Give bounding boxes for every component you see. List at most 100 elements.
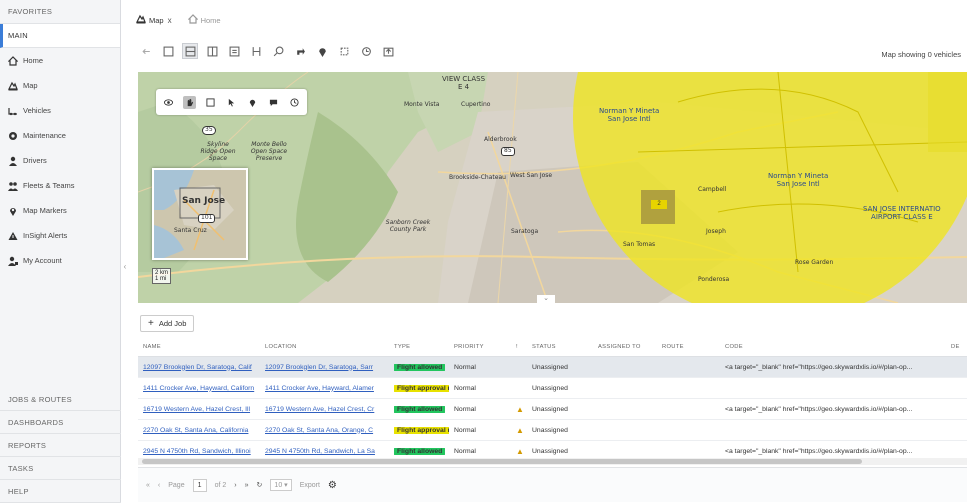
sidebar-item-vehicles[interactable]: Vehicles: [0, 98, 120, 123]
cell-location[interactable]: 12097 Brookglen Dr, Saratoga, Sarr: [260, 364, 389, 371]
column-header-alert[interactable]: !: [511, 344, 527, 350]
cursor-icon[interactable]: [225, 96, 238, 109]
sidebar-section-tasks[interactable]: TASKS: [0, 457, 121, 480]
search-location-icon[interactable]: [270, 43, 286, 59]
clock-icon[interactable]: [288, 96, 301, 109]
cell-location[interactable]: 2945 N 4750th Rd, Sandwich, La Sa: [260, 448, 389, 455]
table-row[interactable]: 12097 Brookglen Dr, Saratoga, Calif 12097…: [138, 357, 967, 378]
comment-icon[interactable]: [267, 96, 280, 109]
sidebar-item-insight-alerts[interactable]: InSight Alerts: [0, 223, 120, 248]
map-label-airport-2: Norman Y Mineta San Jose Intl: [768, 172, 829, 189]
sidebar-section-dashboards[interactable]: DASHBOARDS: [0, 411, 121, 434]
collapse-sidebar-icon[interactable]: ‹: [121, 262, 129, 278]
overview-inset-map[interactable]: San Jose Santa Cruz 101: [152, 168, 248, 260]
sidebar-item-map-markers[interactable]: Map Markers: [0, 198, 120, 223]
directions-icon[interactable]: [292, 43, 308, 59]
square-icon[interactable]: [160, 43, 176, 59]
scrollbar-thumb[interactable]: [142, 459, 862, 464]
pan-hand-icon[interactable]: [183, 95, 196, 109]
column-header-route[interactable]: ROUTE: [657, 344, 720, 350]
map-marker-icon: [6, 204, 20, 218]
sidebar-section-help[interactable]: HELP: [0, 480, 121, 503]
column-header-status[interactable]: STATUS: [527, 344, 593, 350]
plus-icon: +: [148, 318, 154, 329]
prev-page-icon[interactable]: ‹: [158, 482, 160, 489]
column-header-code[interactable]: CODE: [720, 344, 946, 350]
cell-location[interactable]: 16719 Western Ave, Hazel Crest, Cr: [260, 406, 389, 413]
horizontal-scrollbar[interactable]: [138, 458, 967, 465]
per-page-select[interactable]: 10 ▾: [270, 479, 292, 491]
sidebar-item-drivers[interactable]: Drivers: [0, 148, 120, 173]
place-pin-icon[interactable]: [246, 96, 259, 109]
export-icon[interactable]: [380, 43, 396, 59]
map-canvas[interactable]: VIEW CLASS E 4 Monte Vista Cupertino Norm…: [138, 72, 967, 303]
cell-location[interactable]: 2270 Oak St, Santa Ana, Orange, C: [260, 427, 389, 434]
column-header-type[interactable]: TYPE: [389, 344, 449, 350]
sidebar-item-home[interactable]: Home: [0, 48, 120, 73]
vehicle-cluster-marker[interactable]: 2: [641, 190, 675, 224]
cell-location[interactable]: 1411 Crocker Ave, Hayward, Alamer: [260, 385, 389, 392]
map-draw-tools: [156, 89, 307, 115]
map-label-brookside: Brookside-Chateau: [449, 174, 506, 181]
first-page-icon[interactable]: «: [146, 482, 150, 489]
layout-icon[interactable]: [204, 43, 220, 59]
table-row[interactable]: 1411 Crocker Ave, Hayward, Californ 1411 …: [138, 378, 967, 399]
column-header-assigned-to[interactable]: ASSIGNED TO: [593, 344, 657, 350]
map-label-san-tomas: San Tomas: [623, 241, 656, 248]
sidebar-item-fleets[interactable]: Fleets & Teams: [0, 173, 120, 198]
pin-icon[interactable]: [314, 43, 330, 59]
route-icon[interactable]: [248, 43, 264, 59]
next-page-icon[interactable]: ›: [234, 482, 236, 489]
tab-home[interactable]: Home: [180, 9, 229, 31]
cell-name[interactable]: 12097 Brookglen Dr, Saratoga, Calif: [138, 364, 260, 371]
cell-name[interactable]: 2270 Oak St, Santa Ana, California: [138, 427, 260, 434]
sidebar-section-jobs-routes[interactable]: JOBS & ROUTES: [0, 388, 121, 411]
geofence-icon[interactable]: [336, 43, 352, 59]
sidebar-section-reports[interactable]: REPORTS: [0, 434, 121, 457]
sidebar-item-maintenance[interactable]: Maintenance: [0, 123, 120, 148]
cell-priority: Normal: [454, 405, 476, 413]
last-page-icon[interactable]: »: [245, 482, 249, 489]
split-view-icon[interactable]: [182, 43, 198, 59]
table-row[interactable]: 2270 Oak St, Santa Ana, California 2270 O…: [138, 420, 967, 441]
cell-priority: Normal: [454, 426, 476, 434]
export-button[interactable]: Export: [300, 482, 320, 489]
sidebar-item-label: Map Markers: [23, 206, 67, 215]
eye-icon[interactable]: [162, 96, 175, 109]
cell-name[interactable]: 1411 Crocker Ave, Hayward, Californ: [138, 385, 260, 392]
close-icon[interactable]: x: [168, 16, 172, 25]
history-icon[interactable]: [358, 43, 374, 59]
column-header-de[interactable]: DE: [946, 344, 967, 350]
drivers-icon: [6, 154, 20, 168]
cell-code: <a target="_blank" href="https://geo.sky…: [725, 405, 913, 413]
cell-status: Unassigned: [532, 426, 568, 434]
sidebar-item-label: Fleets & Teams: [23, 181, 75, 190]
map-label-rose-garden: Rose Garden: [795, 259, 834, 266]
cell-name[interactable]: 16719 Western Ave, Hazel Crest, Ill: [138, 406, 260, 413]
column-header-priority[interactable]: PRIORITY: [449, 344, 511, 350]
sidebar-item-my-account[interactable]: My Account: [0, 248, 120, 273]
sidebar-section-favorites[interactable]: FAVORITES: [0, 0, 120, 24]
rectangle-select-icon[interactable]: [204, 96, 217, 109]
add-job-button[interactable]: + Add Job: [140, 315, 195, 332]
refresh-icon[interactable]: ↻: [257, 481, 263, 489]
cell-name[interactable]: 2945 N 4750th Rd, Sandwich, Illinoi: [138, 448, 260, 455]
page-number-input[interactable]: 1: [192, 478, 207, 492]
list-icon[interactable]: [226, 43, 242, 59]
settings-gear-icon[interactable]: ⚙: [328, 480, 337, 491]
sidebar-section-main[interactable]: MAIN: [0, 24, 120, 48]
map-icon: [6, 79, 20, 93]
column-header-location[interactable]: LOCATION: [260, 344, 389, 350]
table-pager: « ‹ Page 1 of 2 › » ↻ 10 ▾ Export ⚙: [138, 467, 967, 502]
tab-map[interactable]: Map x: [128, 9, 180, 31]
column-header-name[interactable]: NAME: [138, 344, 260, 350]
sidebar-item-map[interactable]: Map: [0, 73, 120, 98]
sidebar: FAVORITES MAIN Home Map Vehicles Mainten…: [0, 0, 121, 503]
map-label-sj-class: SAN JOSE INTERNATIO AIRPORT CLASS E: [863, 205, 941, 222]
table-row[interactable]: 16719 Western Ave, Hazel Crest, Ill 16719…: [138, 399, 967, 420]
sidebar-item-label: Home: [23, 56, 44, 65]
collapse-map-icon[interactable]: ⌄: [537, 295, 555, 303]
cell-priority: Normal: [454, 447, 476, 455]
sidebar-item-label: Maintenance: [23, 131, 66, 140]
back-icon[interactable]: [138, 43, 154, 59]
